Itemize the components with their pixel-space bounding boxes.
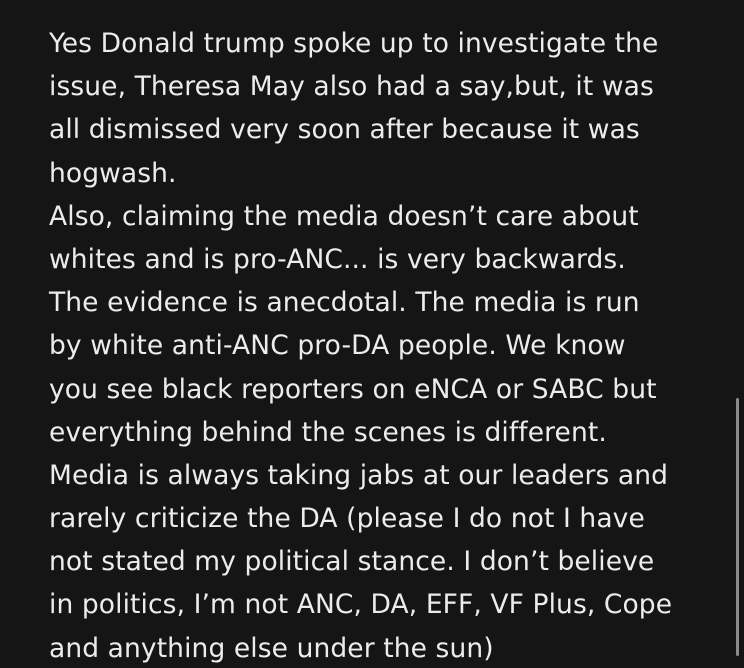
note-line: hogwash. — [49, 157, 177, 189]
note-line: everything behind the scenes is differen… — [49, 416, 607, 448]
note-line: rarely criticize the DA (please I do not… — [49, 503, 645, 535]
note-line: by white anti-ANC pro-DA people. We know — [49, 330, 626, 362]
note-line: The evidence is anecdotal. The media is … — [49, 287, 640, 319]
note-line: not stated my political stance. I don’t … — [49, 546, 655, 578]
note-line: Media is always taking jabs at our leade… — [49, 459, 669, 491]
note-line: you see black reporters on eNCA or SABC … — [49, 373, 657, 405]
note-line: issue, Theresa May also had a say,but, i… — [49, 71, 654, 103]
note-line: and anything else under the sun) — [49, 632, 494, 664]
vertical-scrollbar[interactable] — [736, 398, 739, 656]
note-screen: Yes Donald trump spoke up to investigate… — [0, 0, 744, 668]
note-line: Yes Donald trump spoke up to investigate… — [49, 28, 659, 59]
note-line: all dismissed very soon after because it… — [49, 114, 640, 146]
note-line: Also, claiming the media doesn’t care ab… — [49, 200, 639, 232]
note-line: whites and is pro-ANC... is very backwar… — [49, 243, 626, 275]
note-line: in politics, I’m not ANC, DA, EFF, VF Pl… — [49, 589, 673, 621]
note-text-area[interactable]: Yes Donald trump spoke up to investigate… — [49, 22, 729, 668]
